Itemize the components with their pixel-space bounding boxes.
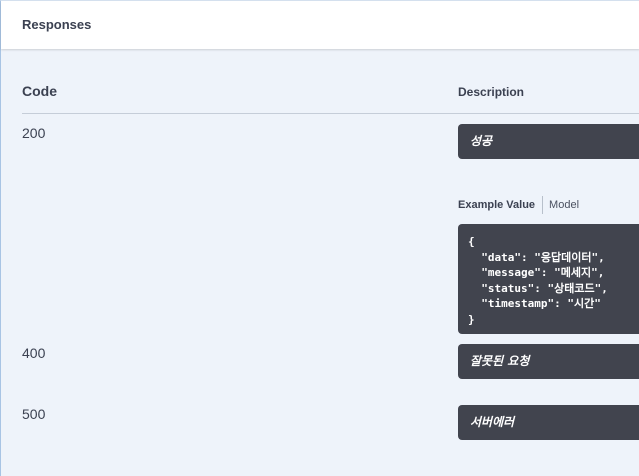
responses-header: Responses	[1, 1, 639, 49]
tab-example-value[interactable]: Example Value	[458, 199, 535, 211]
response-code-500: 500	[22, 406, 46, 422]
response-description-400: 잘못된 요청	[458, 344, 639, 379]
header-divider	[22, 113, 639, 114]
tab-separator	[542, 196, 544, 214]
example-value-code: { "data": "응답데이터", "message": "메세지", "st…	[458, 224, 639, 334]
json-open-brace: {	[468, 235, 475, 248]
response-description-200: 성공	[458, 124, 639, 159]
response-description-500: 서버에러	[458, 405, 639, 440]
code-column-header: Code	[22, 83, 57, 99]
response-code-400: 400	[22, 345, 46, 361]
json-line-timestamp: "timestamp": "시간"	[468, 297, 601, 310]
responses-panel: Responses Code Description 200 성공 Exampl…	[0, 0, 639, 476]
description-column-header: Description	[458, 85, 525, 99]
json-line-data: "data": "응답데이터",	[468, 250, 605, 264]
responses-title: Responses	[22, 17, 92, 32]
json-close-brace: }	[468, 312, 475, 326]
response-code-200: 200	[22, 125, 46, 141]
json-line-status: "status": "상태코드",	[468, 281, 608, 295]
example-tabs: Example Value Model	[458, 196, 579, 214]
tab-model[interactable]: Model	[549, 199, 579, 211]
json-line-message: "message": "메세지",	[468, 266, 605, 279]
